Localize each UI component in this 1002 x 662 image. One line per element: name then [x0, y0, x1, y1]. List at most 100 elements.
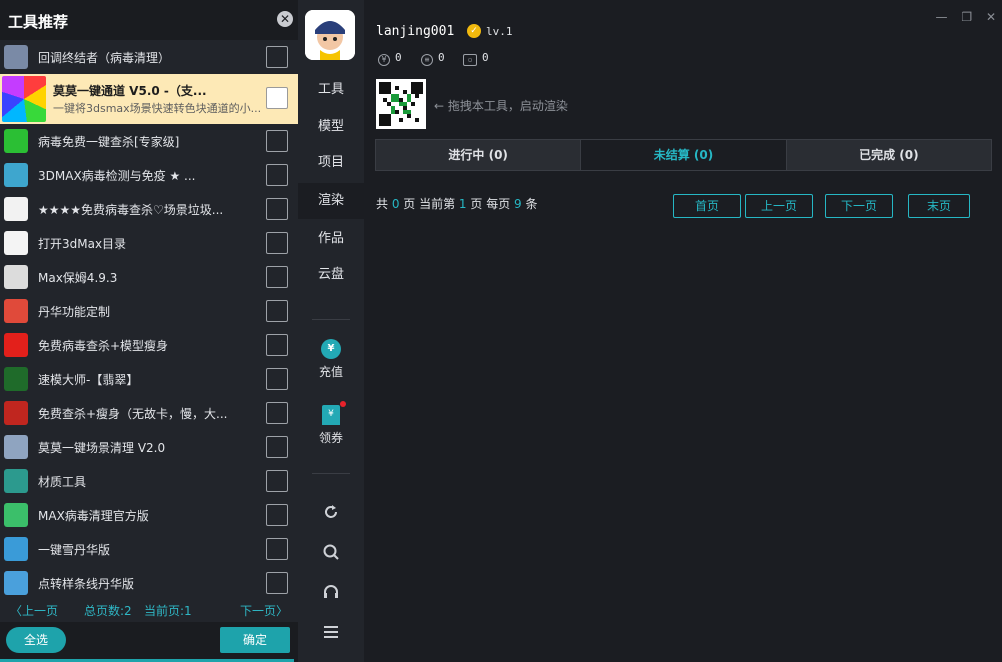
tool-row[interactable]: 丹华功能定制	[0, 294, 298, 328]
tool-name: 一键雪丹华版	[38, 543, 111, 557]
tool-row[interactable]: 病毒免费一键查杀[专家级]	[0, 124, 298, 158]
tool-row[interactable]: 材质工具	[0, 464, 298, 498]
tool-checkbox[interactable]	[266, 334, 288, 356]
tool-name: ★★★★免费病毒查杀♡场景垃圾...	[38, 203, 224, 217]
tool-checkbox[interactable]	[266, 87, 288, 109]
restore-icon[interactable]: ❐	[961, 10, 972, 24]
avatar[interactable]	[305, 10, 355, 60]
tool-checkbox[interactable]	[266, 300, 288, 322]
headset-icon[interactable]	[298, 583, 364, 606]
username: lanjing001	[376, 24, 455, 39]
tool-checkbox[interactable]	[266, 368, 288, 390]
tool-row[interactable]: 免费查杀+瘦身（无故卡，慢，大...	[0, 396, 298, 430]
tool-row[interactable]: ★★★★免费病毒查杀♡场景垃圾...	[0, 192, 298, 226]
tab-completed[interactable]: 已完成 (0)	[786, 140, 991, 170]
tickets-value: 0	[482, 51, 489, 64]
refresh-icon[interactable]	[298, 503, 364, 526]
tab-in-progress[interactable]: 进行中 (0)	[376, 140, 582, 170]
panel-footer: 全选 确定	[0, 622, 298, 662]
tool-recommend-panel: 工具推荐 ✕ 回调终结者（病毒清理） 莫莫一键通道 V5.0 -（支... 一键将3…	[0, 0, 298, 662]
tool-name: 丹华功能定制	[38, 305, 111, 319]
user-level: lv.1	[486, 25, 513, 38]
nav-projects[interactable]: 项目	[298, 145, 364, 181]
tool-row[interactable]: MAX病毒清理官方版	[0, 498, 298, 532]
tool-row[interactable]: 回调终结者（病毒清理）	[0, 40, 298, 74]
coupon-button[interactable]: ¥ 领券	[298, 401, 364, 446]
nav-tools[interactable]: 工具	[298, 72, 364, 108]
tool-icon	[4, 265, 28, 289]
tool-checkbox[interactable]	[266, 504, 288, 526]
nav-render[interactable]: 渲染	[298, 183, 364, 219]
ticket-balance: ▫ 0	[463, 51, 489, 66]
tool-icon	[4, 299, 28, 323]
menu-icon[interactable]	[298, 624, 364, 645]
nav-models[interactable]: 模型	[298, 109, 364, 145]
tool-row[interactable]: 点转样条线丹华版	[0, 566, 298, 598]
tool-name: 莫莫一键场景清理 V2.0	[38, 441, 166, 455]
tool-row[interactable]: 一键雪丹华版	[0, 532, 298, 566]
tool-row[interactable]: 打开3dMax目录	[0, 226, 298, 260]
tool-checkbox[interactable]	[266, 46, 288, 68]
nav-divider	[312, 473, 350, 474]
last-page-button[interactable]: 末页	[908, 194, 970, 218]
close-icon[interactable]: ✕	[277, 11, 293, 27]
nav-works[interactable]: 作品	[298, 221, 364, 257]
minimize-icon[interactable]: —	[936, 10, 948, 24]
nav-cloud[interactable]: 云盘	[298, 257, 364, 293]
tool-checkbox[interactable]	[266, 470, 288, 492]
tool-icon	[4, 503, 28, 527]
render-tabs: 进行中 (0) 未结算 (0) 已完成 (0)	[375, 139, 992, 171]
tool-checkbox[interactable]	[266, 232, 288, 254]
tool-checkbox[interactable]	[266, 402, 288, 424]
render-tool-icon[interactable]	[376, 79, 426, 129]
tab-unsettled[interactable]: 未结算 (0)	[581, 140, 787, 170]
tool-checkbox[interactable]	[266, 436, 288, 458]
tool-row[interactable]: Max保姆4.9.3	[0, 260, 298, 294]
recharge-label: 充值	[318, 365, 343, 379]
tool-checkbox[interactable]	[266, 266, 288, 288]
tool-name: 免费病毒查杀+模型瘦身	[38, 339, 169, 353]
recharge-button[interactable]: ¥ 充值	[298, 339, 364, 380]
tool-checkbox[interactable]	[266, 198, 288, 220]
confirm-button[interactable]: 确定	[220, 627, 290, 653]
pager-text: 页 每页	[466, 197, 515, 211]
tool-icon	[4, 469, 28, 493]
tool-row[interactable]: 3DMAX病毒检测与免疫 ★ ...	[0, 158, 298, 192]
tool-name: 点转样条线丹华版	[38, 577, 135, 591]
first-page-button[interactable]: 首页	[673, 194, 741, 218]
prev-page-link[interactable]: 〈上一页	[10, 602, 58, 619]
window-controls: — ❐ ✕	[926, 10, 996, 24]
tool-checkbox[interactable]	[266, 538, 288, 560]
tool-name: 3DMAX病毒检测与免疫 ★ ...	[38, 169, 196, 183]
tool-name: 免费查杀+瘦身（无故卡，慢，大...	[38, 407, 228, 421]
tool-checkbox[interactable]	[266, 572, 288, 594]
select-all-button[interactable]: 全选	[6, 627, 66, 653]
tool-icon	[4, 435, 28, 459]
tool-icon	[4, 129, 28, 153]
tool-row[interactable]: 免费病毒查杀+模型瘦身	[0, 328, 298, 362]
drag-hint: ← 拖拽本工具，启动渲染	[434, 99, 568, 113]
tool-checkbox[interactable]	[266, 164, 288, 186]
tool-icon	[4, 401, 28, 425]
yen-balance: ¥0	[378, 51, 402, 66]
yen-value: 0	[395, 51, 402, 64]
next-page-button[interactable]: 下一页	[825, 194, 893, 218]
pager-text: 页 当前第	[399, 197, 459, 211]
tool-name: 莫莫一键通道 V5.0 -（支...	[53, 84, 207, 98]
tool-row[interactable]: 速模大师-【翡翠】	[0, 362, 298, 396]
close-window-icon[interactable]: ✕	[986, 10, 996, 24]
tool-name: 速模大师-【翡翠】	[38, 373, 139, 387]
prev-page-button[interactable]: 上一页	[745, 194, 813, 218]
tool-name: Max保姆4.9.3	[38, 271, 118, 285]
tool-checkbox[interactable]	[266, 130, 288, 152]
search-icon[interactable]	[298, 543, 364, 566]
vip-badge-icon: ✓	[467, 24, 481, 38]
tool-name: 病毒免费一键查杀[专家级]	[38, 135, 180, 149]
tool-icon	[4, 537, 28, 561]
coins-icon: ≡	[421, 54, 433, 66]
tool-pager: 〈上一页 总页数:2 当前页:1 下一页〉	[0, 598, 298, 620]
tool-row[interactable]: 莫莫一键通道 V5.0 -（支... 一键将3dsmax场景快速转色块通道的小..…	[0, 74, 298, 124]
next-page-link[interactable]: 下一页〉	[240, 602, 288, 619]
tool-row[interactable]: 莫莫一键场景清理 V2.0	[0, 430, 298, 464]
current-page-value: 1	[458, 197, 467, 211]
